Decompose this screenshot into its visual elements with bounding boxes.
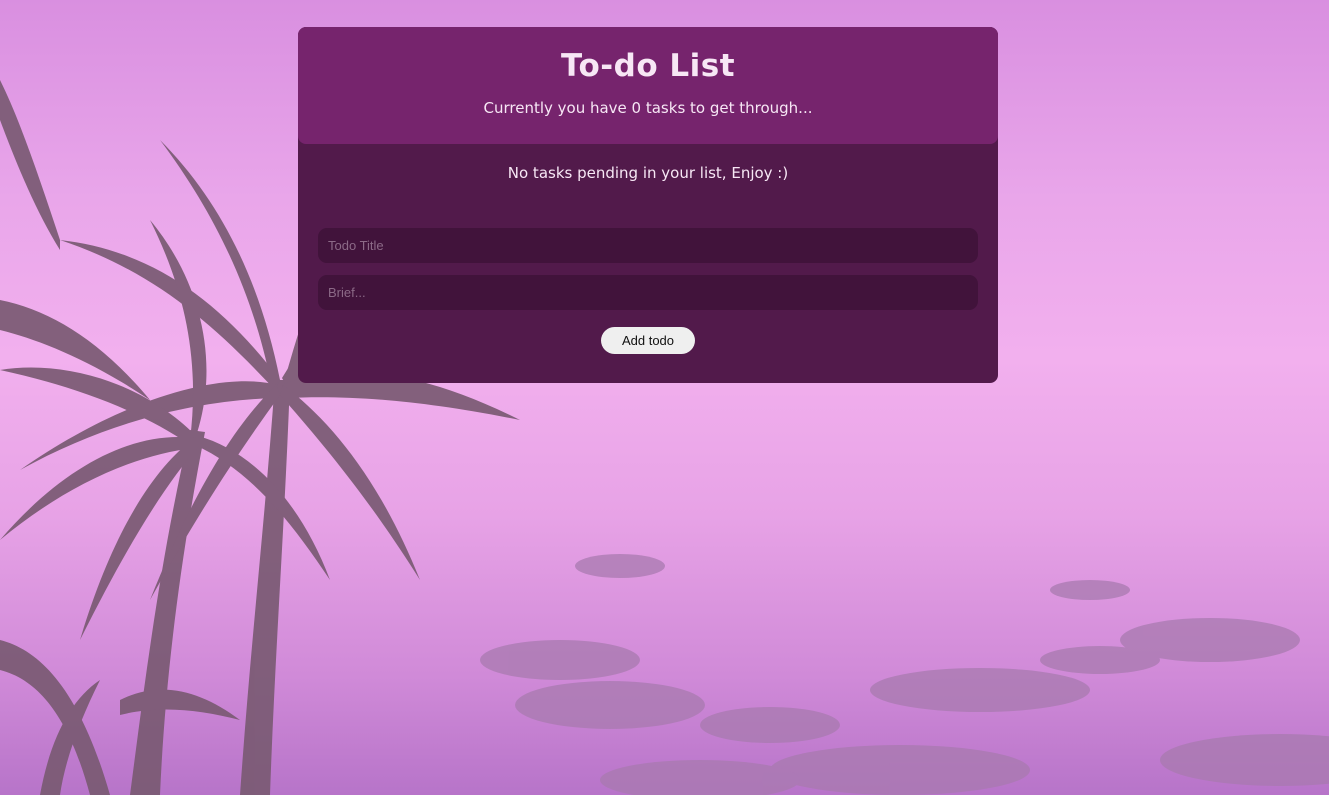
task-count-subtitle: Currently you have 0 tasks to get throug… xyxy=(483,99,813,117)
empty-tasks-message: No tasks pending in your list, Enjoy :) xyxy=(507,164,789,182)
page-title: To-do List xyxy=(560,48,736,84)
add-todo-button[interactable]: Add todo xyxy=(601,327,695,354)
todo-card-header: To-do List Currently you have 0 tasks to… xyxy=(298,27,998,144)
add-todo-form: Add todo xyxy=(318,228,978,354)
todo-title-input[interactable] xyxy=(318,228,978,263)
todo-card: To-do List Currently you have 0 tasks to… xyxy=(298,27,998,383)
todo-brief-input[interactable] xyxy=(318,275,978,310)
